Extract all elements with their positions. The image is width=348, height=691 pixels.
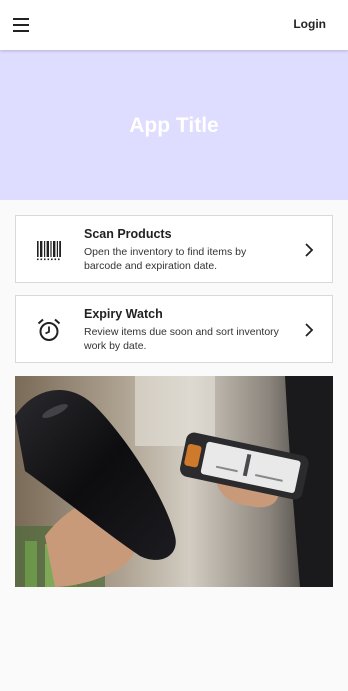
card-title: Scan Products bbox=[84, 227, 172, 241]
scan-products-card[interactable]: Scan Products Open the inventory to find… bbox=[15, 215, 333, 283]
expiry-watch-card[interactable]: Expiry Watch Review items due soon and s… bbox=[15, 295, 333, 363]
chevron-right-icon bbox=[305, 243, 314, 257]
card-title: Expiry Watch bbox=[84, 307, 163, 321]
hero-banner: App Title bbox=[0, 50, 348, 200]
alarm-clock-icon bbox=[37, 318, 61, 341]
hamburger-menu-icon[interactable] bbox=[12, 16, 32, 34]
login-button[interactable]: Login bbox=[293, 17, 326, 31]
app-title: App Title bbox=[129, 114, 219, 137]
card-description: Review items due soon and sort inventory… bbox=[84, 326, 279, 352]
hero-photo bbox=[15, 376, 333, 587]
top-app-bar: Login bbox=[0, 0, 348, 50]
photo-illustration bbox=[15, 376, 333, 587]
card-description: Open the inventory to find items by barc… bbox=[84, 246, 247, 272]
barcode-icon bbox=[37, 241, 61, 261]
chevron-right-icon bbox=[305, 323, 314, 337]
